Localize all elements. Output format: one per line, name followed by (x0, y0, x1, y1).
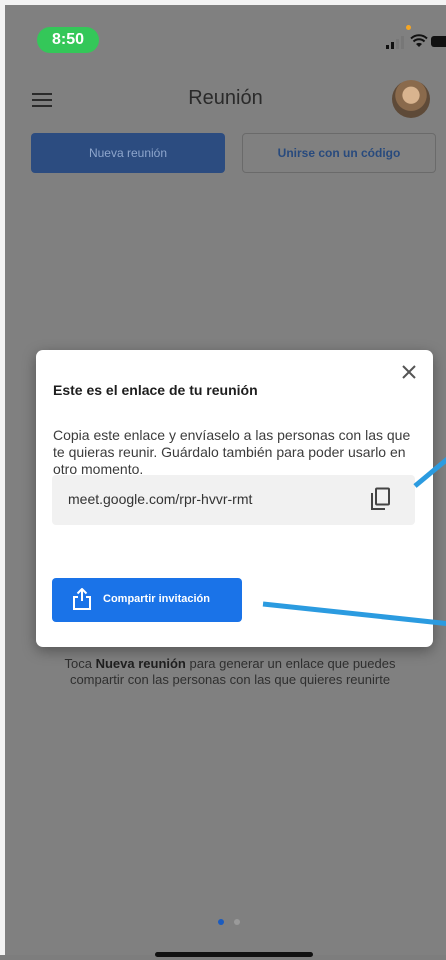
share-invitation-label: Compartir invitación (103, 593, 210, 605)
status-time[interactable]: 8:50 (37, 27, 99, 53)
new-meeting-hint: Toca Nueva reunión para generar un enlac… (45, 656, 415, 688)
copy-icon[interactable] (370, 487, 392, 511)
wifi-icon (410, 34, 428, 47)
share-invitation-button[interactable]: Compartir invitación (52, 578, 242, 622)
avatar[interactable] (392, 80, 430, 118)
app-screen: 8:50 Reunión Nueva reunión Unirse con un… (0, 0, 446, 957)
status-bar: 8:50 (5, 5, 446, 65)
mic-indicator-dot (406, 25, 411, 30)
share-icon (73, 588, 91, 610)
dialog-description: Copia este enlace y envíaselo a las pers… (53, 427, 411, 477)
meeting-link-field[interactable]: meet.google.com/rpr-hvvr-rmt (52, 475, 415, 525)
join-with-code-button[interactable]: Unirse con un código (242, 133, 436, 173)
signal-icon (386, 35, 408, 49)
meeting-link-dialog: Este es el enlace de tu reunión Copia es… (36, 350, 433, 647)
new-meeting-button[interactable]: Nueva reunión (31, 133, 225, 173)
dialog-title: Este es el enlace de tu reunión (53, 382, 258, 398)
page-title: Reunión (188, 87, 263, 109)
page-dot[interactable] (234, 919, 240, 925)
hint-prefix: Toca (64, 656, 96, 671)
meeting-link-text[interactable]: meet.google.com/rpr-hvvr-rmt (68, 491, 252, 507)
battery-icon (431, 36, 446, 47)
hint-bold: Nueva reunión (95, 656, 186, 671)
page-indicator (218, 912, 250, 930)
page-dot-active[interactable] (218, 919, 224, 925)
close-icon[interactable] (399, 362, 419, 382)
